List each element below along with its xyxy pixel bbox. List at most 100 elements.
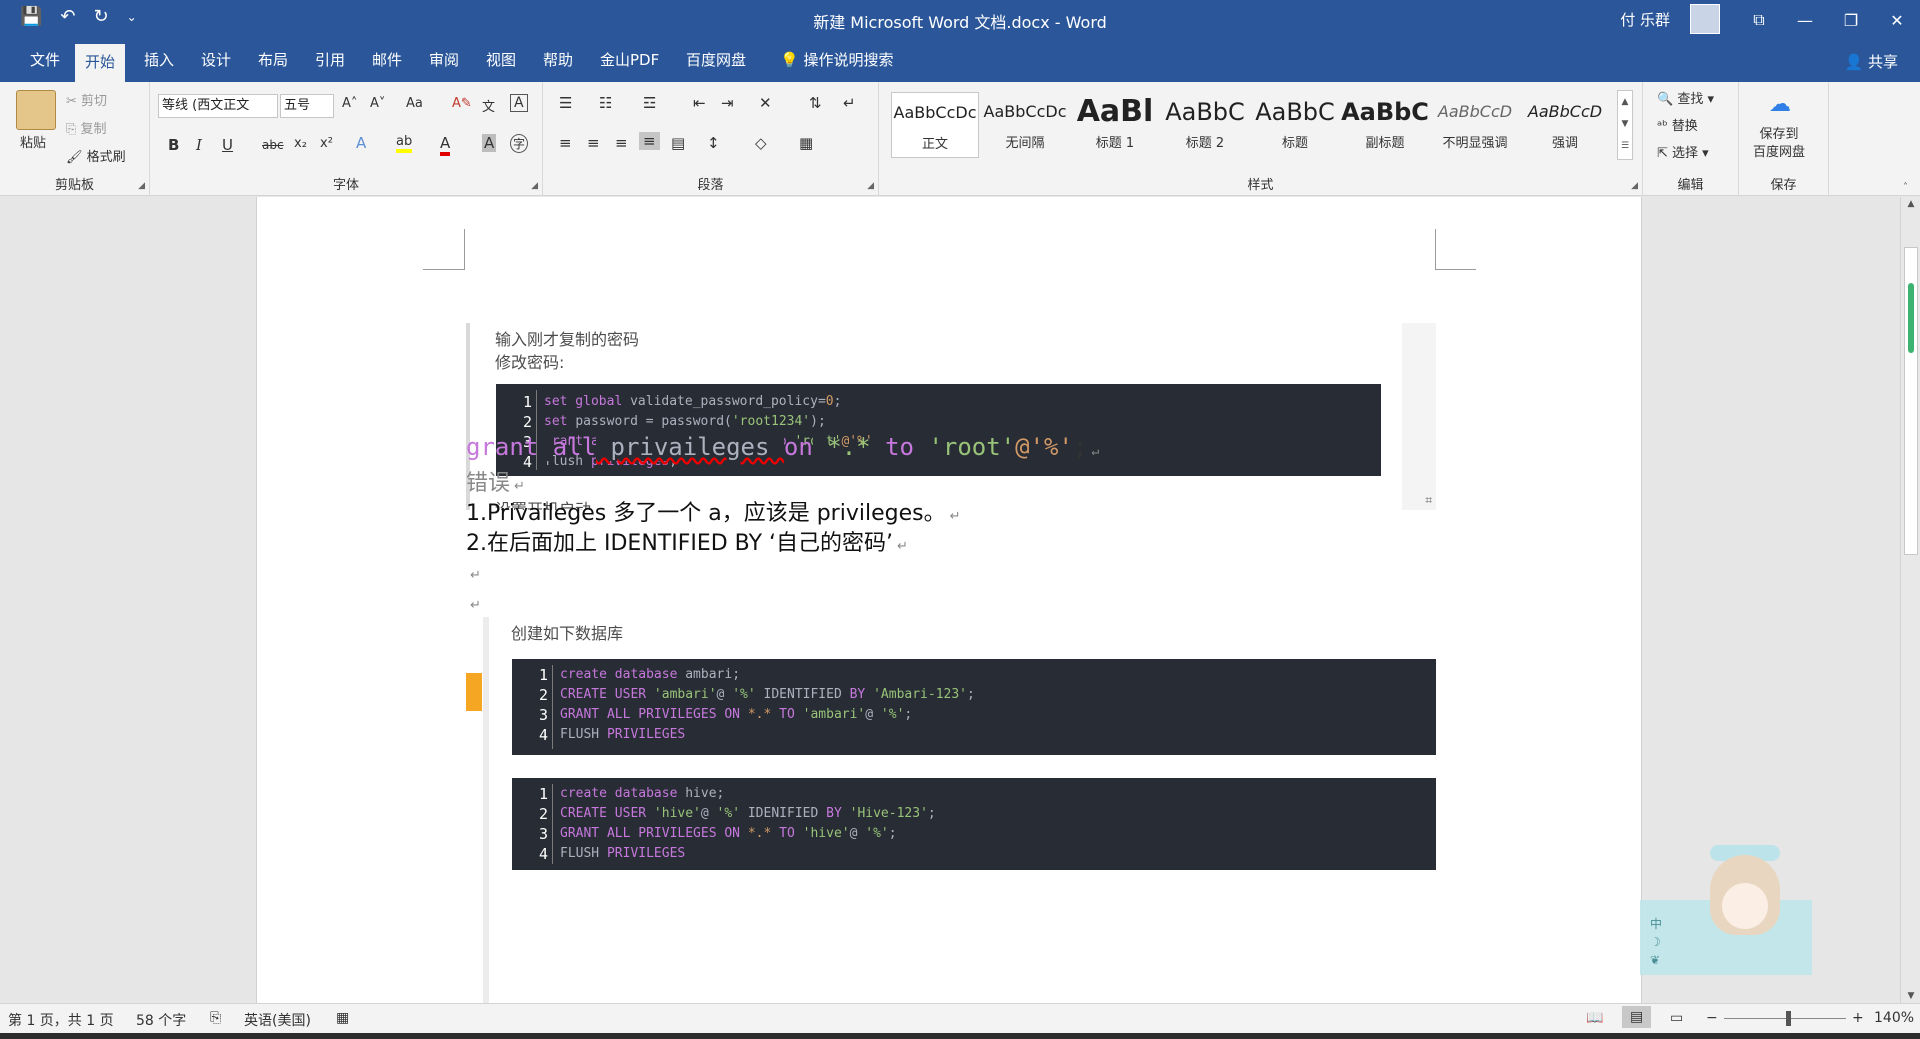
baidu-cloud-icon[interactable]: ☁ bbox=[1769, 92, 1791, 117]
zoom-out-icon[interactable]: − bbox=[1706, 1010, 1718, 1026]
web-layout-icon[interactable]: ▭ bbox=[1670, 1010, 1683, 1026]
zoom-level[interactable]: 140% bbox=[1874, 1010, 1914, 1026]
copy-button[interactable]: ⎘ 复制 bbox=[66, 118, 107, 137]
page-count[interactable]: 第 1 页，共 1 页 bbox=[8, 1010, 114, 1030]
tab-file[interactable]: 文件 bbox=[20, 40, 70, 82]
paste-icon[interactable] bbox=[16, 90, 56, 130]
collapse-ribbon-icon[interactable]: ˄ bbox=[1903, 182, 1908, 193]
paste-options-icon[interactable]: ⌗ bbox=[1425, 493, 1432, 508]
strikethrough-button[interactable]: abc bbox=[262, 138, 284, 152]
decrease-indent-icon[interactable]: ⇤ bbox=[693, 94, 706, 112]
tab-help[interactable]: 帮助 bbox=[533, 40, 583, 82]
zoom-slider[interactable] bbox=[1724, 1018, 1846, 1019]
underline-button[interactable]: U bbox=[222, 136, 233, 154]
pasted-web-block[interactable]: 输入刚才复制的密码 修改密码: 1234 set global validate… bbox=[466, 323, 1436, 510]
borders-icon[interactable]: ▦ bbox=[799, 134, 813, 152]
clear-formatting-button[interactable]: A✎ bbox=[452, 96, 472, 111]
format-painter-button[interactable]: 🖌 格式刷 bbox=[66, 146, 126, 165]
paragraph-shading-icon[interactable]: ◇ bbox=[755, 134, 767, 152]
paste-button[interactable]: 粘贴 bbox=[20, 132, 46, 151]
share-button[interactable]: 👤 共享 bbox=[1845, 51, 1898, 72]
italic-button[interactable]: I bbox=[196, 136, 202, 154]
proofing-icon[interactable]: ⎘ bbox=[210, 1010, 221, 1026]
align-left-icon[interactable]: ≡ bbox=[559, 134, 572, 152]
document-page[interactable]: 输入刚才复制的密码 修改密码: 1234 set global validate… bbox=[256, 197, 1642, 1003]
pasted-web-block-2[interactable]: 创建如下数据库 1234 create database ambari; CREA… bbox=[466, 617, 1436, 1003]
character-border-button[interactable]: A bbox=[510, 94, 528, 112]
enclose-characters-button[interactable]: 字 bbox=[510, 134, 529, 153]
macro-record-icon[interactable]: ▦ bbox=[336, 1010, 349, 1026]
font-size-combo[interactable]: 五号 bbox=[280, 94, 334, 118]
distributed-icon[interactable]: ▤ bbox=[671, 134, 685, 152]
mascot-menu[interactable]: 中 ☽ ❦ bbox=[1650, 915, 1670, 969]
shrink-font-button[interactable]: A˅ bbox=[370, 96, 385, 111]
style-heading-1[interactable]: AaBl 标题 1 bbox=[1071, 92, 1159, 158]
style-no-spacing[interactable]: AaBbCcDc 无间隔 bbox=[981, 92, 1069, 158]
subscript-button[interactable]: x₂ bbox=[294, 136, 307, 151]
tab-baidu-netdisk[interactable]: 百度网盘 bbox=[676, 40, 756, 82]
align-right-icon[interactable]: ≡ bbox=[615, 134, 628, 152]
justify-icon[interactable]: ≡ bbox=[639, 132, 660, 150]
zoom-in-icon[interactable]: + bbox=[1852, 1010, 1864, 1026]
align-center-icon[interactable]: ≡ bbox=[587, 134, 600, 152]
phonetic-guide-button[interactable]: 文 bbox=[482, 96, 495, 115]
tab-design[interactable]: 设计 bbox=[191, 40, 241, 82]
change-case-button[interactable]: Aa bbox=[406, 96, 423, 111]
style-subtle-emphasis[interactable]: AaBbCcD 不明显强调 bbox=[1431, 92, 1519, 158]
style-emphasis[interactable]: AaBbCcD 强调 bbox=[1521, 92, 1609, 158]
increase-indent-icon[interactable]: ⇥ bbox=[721, 94, 734, 112]
language[interactable]: 英语(美国) bbox=[244, 1010, 311, 1030]
text-effects-button[interactable]: A bbox=[356, 134, 366, 152]
multilevel-list-icon[interactable]: ☲ bbox=[643, 94, 656, 112]
scroll-up-icon[interactable]: ▲ bbox=[1903, 199, 1919, 209]
line-spacing-icon[interactable]: ↕ bbox=[707, 134, 720, 152]
grow-font-button[interactable]: A˄ bbox=[342, 96, 357, 111]
word-count[interactable]: 58 个字 bbox=[136, 1010, 186, 1030]
bold-button[interactable]: B bbox=[168, 136, 179, 154]
close-button[interactable]: ✕ bbox=[1874, 0, 1920, 40]
style-title[interactable]: AaBbC 标题 bbox=[1251, 92, 1339, 158]
clipboard-launcher-icon[interactable]: ◢ bbox=[138, 181, 145, 191]
cut-button[interactable]: ✂ 剪切 bbox=[66, 90, 107, 109]
replace-button[interactable]: ᵃᵇ 替换 bbox=[1657, 115, 1698, 134]
print-layout-icon[interactable]: ▤ bbox=[1622, 1006, 1652, 1028]
tab-view[interactable]: 视图 bbox=[476, 40, 526, 82]
style-normal[interactable]: AaBbCcDc 正文 bbox=[891, 92, 979, 158]
show-marks-icon[interactable]: ↵ bbox=[843, 94, 856, 112]
minimize-button[interactable]: — bbox=[1782, 0, 1828, 40]
tab-mailings[interactable]: 邮件 bbox=[362, 40, 412, 82]
font-color-button[interactable]: A bbox=[440, 134, 451, 156]
tab-insert[interactable]: 插入 bbox=[134, 40, 184, 82]
ribbon-display-options-button[interactable]: ⧉ bbox=[1736, 0, 1782, 40]
styles-launcher-icon[interactable]: ◢ bbox=[1631, 181, 1638, 191]
tab-home[interactable]: 开始 bbox=[75, 44, 126, 82]
tab-layout[interactable]: 布局 bbox=[248, 40, 298, 82]
style-subtitle[interactable]: AaBbC 副标题 bbox=[1341, 92, 1429, 158]
bullets-icon[interactable]: ☰ bbox=[559, 94, 572, 112]
scroll-down-icon[interactable]: ▼ bbox=[1903, 991, 1919, 1001]
vertical-scrollbar[interactable]: ▲ ▼ bbox=[1900, 197, 1920, 1003]
desktop-mascot-widget[interactable]: 中 ☽ ❦ bbox=[1640, 845, 1820, 975]
select-button[interactable]: ⇱ 选择 ▾ bbox=[1657, 142, 1709, 161]
tab-kingsoft-pdf[interactable]: 金山PDF bbox=[590, 40, 669, 82]
zoom-slider-thumb[interactable] bbox=[1786, 1011, 1791, 1026]
restore-button[interactable]: ❐ bbox=[1828, 0, 1874, 40]
style-heading-2[interactable]: AaBbC 标题 2 bbox=[1161, 92, 1249, 158]
tab-review[interactable]: 审阅 bbox=[419, 40, 469, 82]
read-mode-icon[interactable]: 📖 bbox=[1586, 1010, 1603, 1026]
chinese-layout-icon[interactable]: ✕ bbox=[759, 94, 772, 112]
paragraph-launcher-icon[interactable]: ◢ bbox=[867, 181, 874, 191]
find-button[interactable]: 🔍 查找 ▾ bbox=[1657, 88, 1714, 107]
user-name[interactable]: 付 乐群 bbox=[1620, 9, 1670, 30]
character-shading-button[interactable]: A bbox=[482, 134, 497, 152]
highlight-color-button[interactable]: ab bbox=[396, 134, 413, 153]
styles-scroll[interactable]: ▲ ▼ ☰ bbox=[1617, 90, 1633, 160]
numbering-icon[interactable]: ☷ bbox=[599, 94, 612, 112]
avatar[interactable] bbox=[1690, 4, 1720, 34]
font-launcher-icon[interactable]: ◢ bbox=[531, 181, 538, 191]
tab-references[interactable]: 引用 bbox=[305, 40, 355, 82]
save-to-baidu-button[interactable]: 保存到 百度网盘 bbox=[1753, 126, 1805, 162]
font-name-combo[interactable]: 等线 (西文正文 bbox=[158, 94, 278, 118]
tell-me-search[interactable]: 💡 操作说明搜索 bbox=[770, 40, 903, 82]
superscript-button[interactable]: x² bbox=[320, 136, 333, 151]
